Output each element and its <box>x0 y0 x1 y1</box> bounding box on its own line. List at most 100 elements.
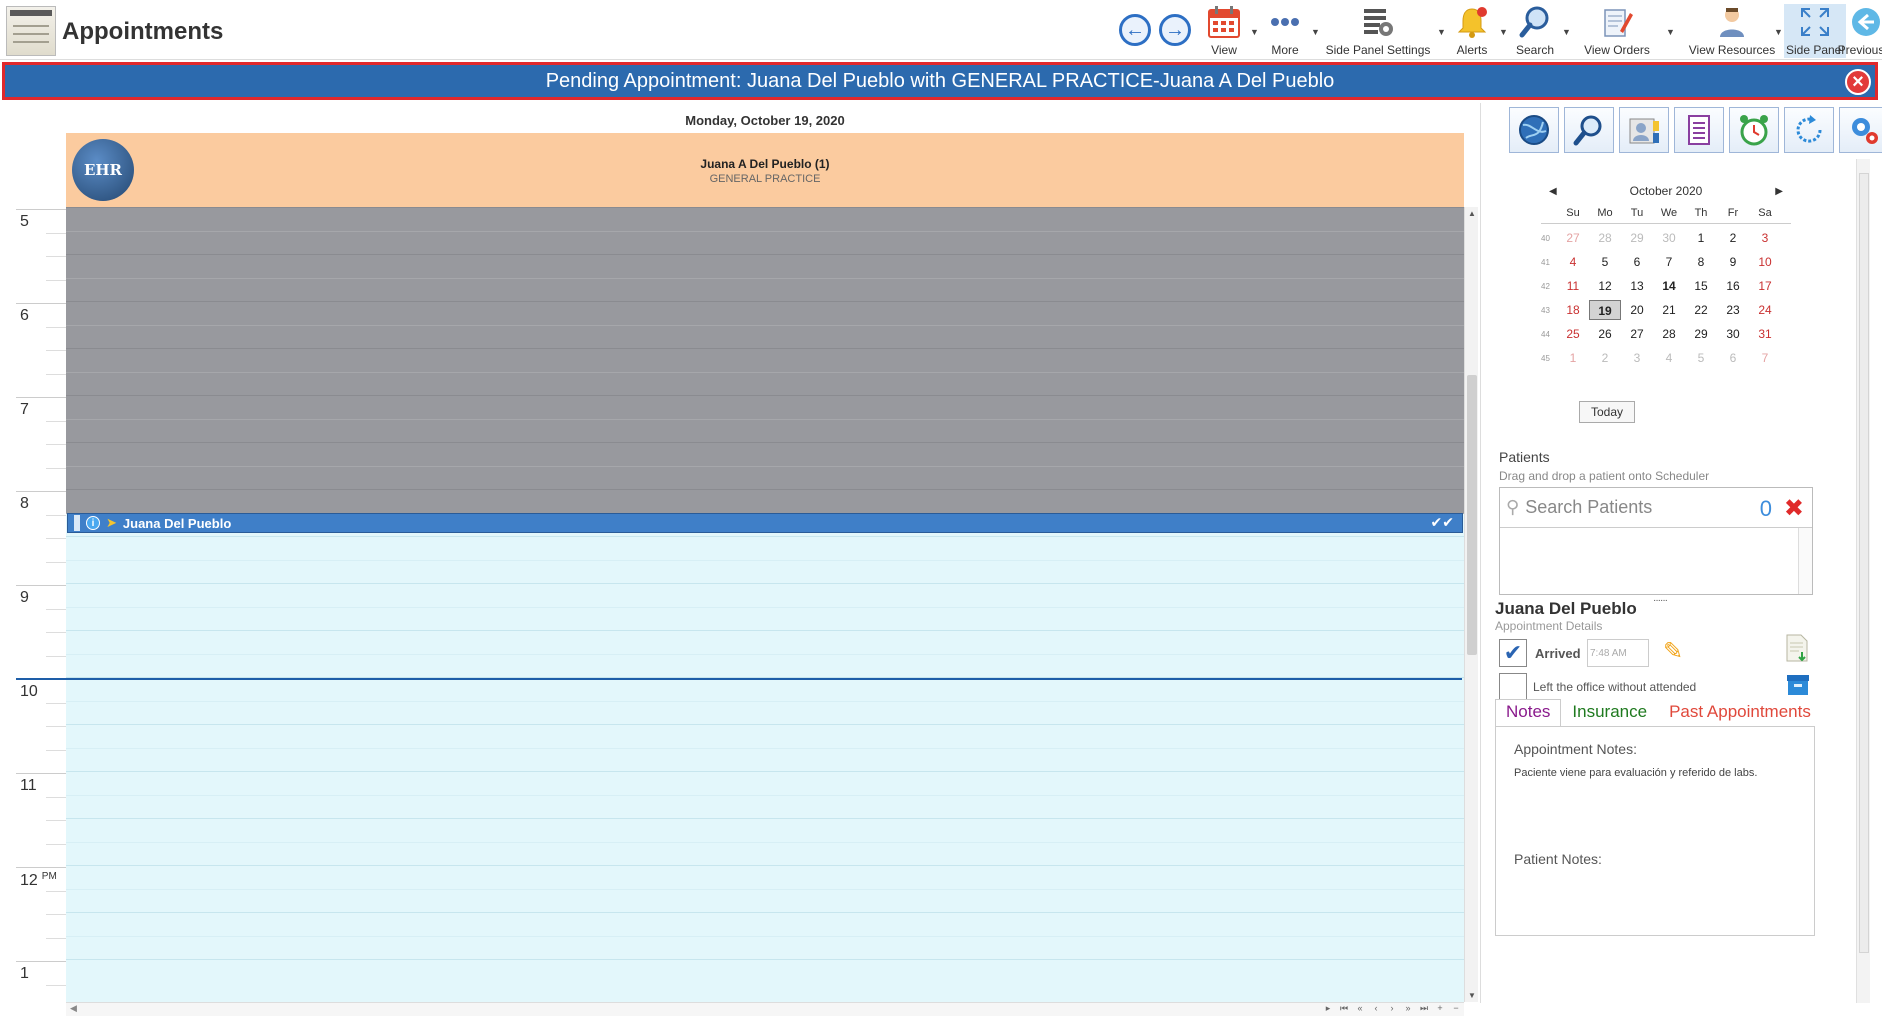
scheduler-vertical-scrollbar[interactable]: ▲ ▼ <box>1464 207 1478 1002</box>
calendar-day[interactable]: 15 <box>1685 276 1717 296</box>
archive-icon[interactable] <box>1785 671 1811 697</box>
calendar-day[interactable]: 27 <box>1557 228 1589 248</box>
pencil-icon[interactable]: ✎ <box>1663 637 1683 666</box>
toolbar-previous-button[interactable]: Previous <box>1838 4 1882 58</box>
view-caret-icon[interactable]: ▼ <box>1250 27 1259 37</box>
pager-prev-icon[interactable]: ‹ <box>1368 1003 1384 1017</box>
pager-right-icon[interactable]: ▸ <box>1320 1003 1336 1017</box>
calendar-day[interactable]: 2 <box>1717 228 1749 248</box>
pager-next-icon[interactable]: › <box>1384 1003 1400 1017</box>
calendar-day[interactable]: 25 <box>1557 324 1589 344</box>
calendar-day[interactable]: 31 <box>1749 324 1781 344</box>
calendar-day[interactable]: 30 <box>1653 228 1685 248</box>
zoom-out-icon[interactable]: − <box>1448 1003 1464 1017</box>
scroll-up-icon[interactable]: ▲ <box>1465 209 1479 218</box>
open-hours-block[interactable] <box>66 513 1464 1002</box>
toolbar-view-resources-button[interactable]: View Resources <box>1680 4 1784 58</box>
find-button[interactable] <box>1564 107 1614 153</box>
calendar-day[interactable]: 7 <box>1653 252 1685 272</box>
calendar-day[interactable]: 5 <box>1685 348 1717 368</box>
arrived-checkbox[interactable]: ✔ <box>1499 639 1527 667</box>
calendar-day[interactable]: 8 <box>1685 252 1717 272</box>
scroll-thumb[interactable] <box>1467 375 1477 655</box>
checklist-button[interactable] <box>1674 107 1724 153</box>
calendar-day[interactable]: 19 <box>1589 300 1621 320</box>
search-caret-icon[interactable]: ▼ <box>1562 27 1571 37</box>
tab-insurance[interactable]: Insurance <box>1561 699 1658 727</box>
info-icon[interactable]: i <box>86 516 100 530</box>
calendar-day[interactable]: 11 <box>1557 276 1589 296</box>
refresh-button[interactable] <box>1784 107 1834 153</box>
back-arrow-button[interactable]: ← <box>1119 14 1151 46</box>
orders-caret-icon[interactable]: ▼ <box>1666 27 1675 37</box>
calendar-day[interactable]: 6 <box>1621 252 1653 272</box>
forward-arrow-button[interactable]: → <box>1159 14 1191 46</box>
pager-prev-fast-icon[interactable]: « <box>1352 1003 1368 1017</box>
prev-month-icon[interactable]: ◀ <box>1541 186 1565 197</box>
calendar-day[interactable]: 24 <box>1749 300 1781 320</box>
resources-caret-icon[interactable]: ▼ <box>1774 27 1783 37</box>
pager-first-icon[interactable]: ⏮ <box>1336 1003 1352 1017</box>
pager-next-fast-icon[interactable]: » <box>1400 1003 1416 1017</box>
today-button[interactable]: Today <box>1579 401 1635 423</box>
calendar-day[interactable]: 5 <box>1589 252 1621 272</box>
day-grid[interactable]: i ➤ Juana Del Pueblo ✔✔ <box>66 207 1464 1002</box>
calendar-day[interactable]: 12 <box>1589 276 1621 296</box>
calendar-day[interactable]: 27 <box>1621 324 1653 344</box>
appointment-block[interactable]: i ➤ Juana Del Pueblo ✔✔ <box>67 513 1463 533</box>
left-office-checkbox[interactable] <box>1499 673 1527 701</box>
globe-button[interactable] <box>1509 107 1559 153</box>
calendar-day[interactable]: 22 <box>1685 300 1717 320</box>
calendar-day[interactable]: 7 <box>1749 348 1781 368</box>
calendar-day[interactable]: 29 <box>1685 324 1717 344</box>
splitter-handle[interactable]: ······ <box>1653 595 1668 606</box>
calendar-day[interactable]: 23 <box>1717 300 1749 320</box>
search-patients-input[interactable] <box>1525 497 1746 518</box>
more-caret-icon[interactable]: ▼ <box>1311 27 1320 37</box>
calendar-day[interactable]: 26 <box>1589 324 1621 344</box>
calendar-day[interactable]: 13 <box>1621 276 1653 296</box>
calendar-day[interactable]: 10 <box>1749 252 1781 272</box>
toolbar-view-button[interactable]: View <box>1202 4 1246 58</box>
appointment-notes-text[interactable]: Paciente viene para evaluación y referid… <box>1514 767 1757 779</box>
alarm-clock-button[interactable] <box>1729 107 1779 153</box>
calendar-day[interactable]: 1 <box>1557 348 1589 368</box>
calendar-day[interactable]: 6 <box>1717 348 1749 368</box>
calendar-day[interactable]: 4 <box>1557 252 1589 272</box>
next-month-icon[interactable]: ▶ <box>1767 186 1791 197</box>
calendar-day[interactable]: 20 <box>1621 300 1653 320</box>
calendar-day[interactable]: 18 <box>1557 300 1589 320</box>
tab-past-appointments[interactable]: Past Appointments <box>1658 699 1822 727</box>
patients-list-scrollbar[interactable] <box>1798 528 1812 594</box>
calendar-day[interactable]: 16 <box>1717 276 1749 296</box>
calendar-day[interactable]: 2 <box>1589 348 1621 368</box>
scroll-down-icon[interactable]: ▼ <box>1465 991 1479 1000</box>
toolbar-alerts-button[interactable]: Alerts <box>1448 4 1496 58</box>
calendar-day[interactable]: 29 <box>1621 228 1653 248</box>
pager-last-icon[interactable]: ⏭ <box>1416 1003 1432 1017</box>
calendar-day[interactable]: 4 <box>1653 348 1685 368</box>
scroll-left-icon[interactable]: ◀ <box>70 1003 77 1014</box>
clear-search-icon[interactable]: ✖ <box>1784 494 1804 523</box>
calendar-day[interactable]: 3 <box>1621 348 1653 368</box>
calendar-day[interactable]: 30 <box>1717 324 1749 344</box>
calendar-day[interactable]: 3 <box>1749 228 1781 248</box>
panel-settings-caret-icon[interactable]: ▼ <box>1437 27 1446 37</box>
calendar-day[interactable]: 1 <box>1685 228 1717 248</box>
calendar-day[interactable]: 14 <box>1653 276 1685 296</box>
toolbar-side-panel-settings-button[interactable]: Side Panel Settings <box>1320 4 1436 58</box>
calendar-day[interactable]: 17 <box>1749 276 1781 296</box>
settings-button[interactable] <box>1839 107 1882 153</box>
alerts-caret-icon[interactable]: ▼ <box>1499 27 1508 37</box>
calendar-day[interactable]: 9 <box>1717 252 1749 272</box>
toolbar-view-orders-button[interactable]: View Orders <box>1572 4 1662 58</box>
scheduler-horizontal-scrollbar[interactable]: ◀ ▸ ⏮ « ‹ › » ⏭ + − <box>66 1002 1464 1016</box>
banner-close-button[interactable]: × <box>1845 69 1871 95</box>
calendar-day[interactable]: 28 <box>1653 324 1685 344</box>
patient-card-button[interactable] <box>1619 107 1669 153</box>
calendar-day[interactable]: 21 <box>1653 300 1685 320</box>
side-panel-scrollbar[interactable] <box>1856 159 1870 1003</box>
toolbar-more-button[interactable]: More <box>1262 4 1308 58</box>
arrived-time-field[interactable]: 7:48 AM <box>1587 639 1649 667</box>
toolbar-search-button[interactable]: Search <box>1510 4 1560 58</box>
